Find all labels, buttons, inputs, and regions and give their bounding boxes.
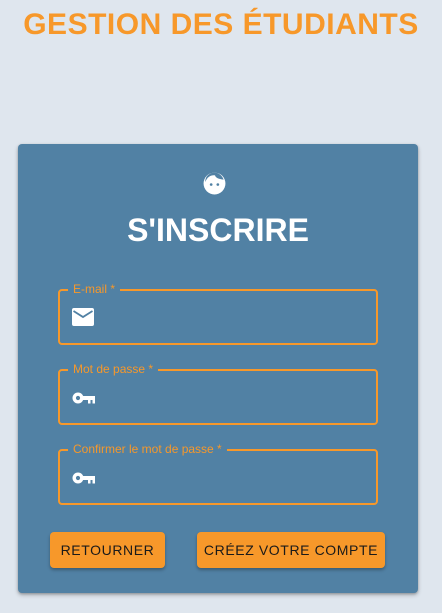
- email-field[interactable]: E-mail *: [58, 282, 378, 345]
- confirm-password-input[interactable]: [106, 461, 366, 493]
- email-field-label: E-mail *: [68, 282, 121, 296]
- page: GESTION DES ÉTUDIANTS S'INSCRIRE E-mail …: [0, 0, 442, 613]
- email-input[interactable]: [106, 301, 366, 333]
- key-icon: [72, 468, 96, 487]
- key-icon: [72, 388, 96, 407]
- confirm-password-field-label: Confirmer le mot de passe *: [68, 442, 227, 456]
- confirm-password-field[interactable]: Confirmer le mot de passe *: [58, 442, 378, 505]
- back-button[interactable]: RETOURNER: [50, 532, 165, 568]
- signup-card: S'INSCRIRE E-mail * Mot de passe * Confi…: [18, 144, 418, 593]
- password-input[interactable]: [106, 381, 366, 413]
- app-title: GESTION DES ÉTUDIANTS: [23, 8, 419, 41]
- card-title: S'INSCRIRE: [127, 212, 309, 248]
- face-icon: [202, 171, 227, 196]
- password-field[interactable]: Mot de passe *: [58, 362, 378, 425]
- create-account-button[interactable]: CRÉEZ VOTRE COMPTE: [197, 532, 385, 568]
- mail-icon: [72, 308, 96, 327]
- password-field-label: Mot de passe *: [68, 362, 159, 376]
